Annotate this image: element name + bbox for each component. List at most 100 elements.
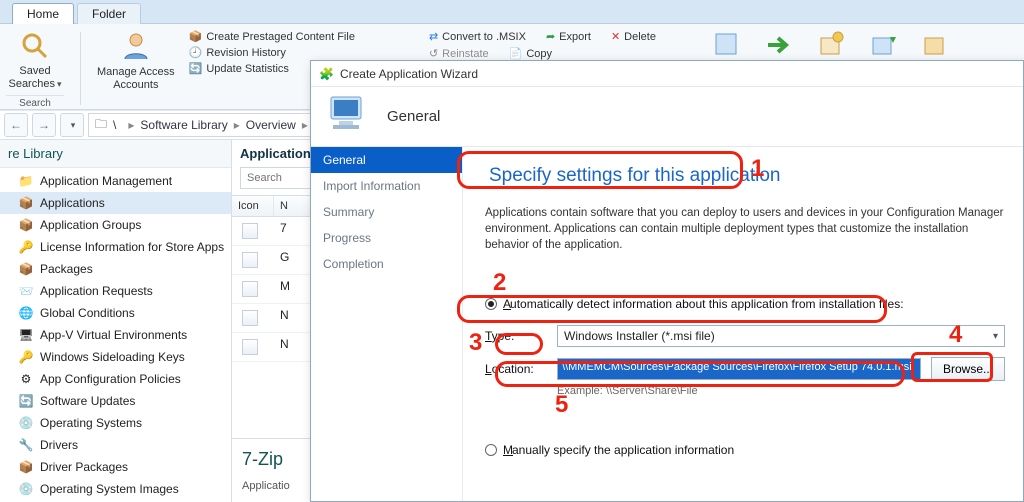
tree-item-icon: 📦	[18, 217, 34, 233]
nav-tree: re Library 📁Application Management📦Appli…	[0, 140, 232, 502]
copy-button[interactable]: 📄 Copy	[509, 47, 552, 60]
saved-searches-button[interactable]: Saved Searches Search	[6, 28, 64, 109]
reinstate-button[interactable]: ↺ Reinstate	[429, 47, 489, 60]
tree-item-14[interactable]: 💿 Operating System Images	[0, 478, 231, 500]
export-label: Export	[559, 31, 591, 43]
tree-item-12[interactable]: 🔧Drivers	[0, 434, 231, 456]
delete-icon: ✕	[611, 30, 620, 43]
tree-item-0[interactable]: 📁Application Management	[0, 170, 231, 192]
chevron-down-icon: ▾	[993, 331, 998, 342]
search-group-label: Search	[6, 95, 64, 109]
location-row: Location: \\MMEMCM\Sources\Package Sourc…	[485, 357, 1005, 381]
tree-item-icon: 🔧	[18, 437, 34, 453]
user-accounts-icon	[118, 28, 154, 64]
annotation-num-3: 3	[469, 329, 482, 357]
wizard-step-1[interactable]: Import Information	[311, 173, 462, 199]
copy-label: Copy	[526, 48, 552, 60]
create-prestaged-button[interactable]: 📦 Create Prestaged Content File	[189, 30, 355, 43]
wizard-step-4[interactable]: Completion	[311, 251, 462, 277]
tree-item-13[interactable]: 📦Driver Packages	[0, 456, 231, 478]
tree-item-icon: 💿	[18, 481, 34, 497]
crumb-1[interactable]: Overview	[246, 118, 296, 132]
tree-item-label: Software Updates	[40, 394, 135, 408]
tree-item-label: Global Conditions	[40, 306, 135, 320]
tree-item-label: Applications	[40, 196, 105, 210]
annotation-num-1: 1	[751, 155, 764, 183]
tab-folder[interactable]: Folder	[77, 3, 141, 24]
create-prestaged-label: Create Prestaged Content File	[206, 31, 355, 43]
box-icon: 📦	[189, 30, 203, 43]
tree-item-icon: 🌐	[18, 305, 34, 321]
wizard-description: Applications contain software that you c…	[485, 205, 1005, 253]
wizard-title-text: Create Application Wizard	[340, 67, 478, 81]
browse-button[interactable]: Browse...	[931, 357, 1005, 381]
tree-item-11[interactable]: 💿Operating Systems	[0, 412, 231, 434]
tree-item-7[interactable]: 🖥App-V Virtual Environments	[0, 324, 231, 346]
tree-item-label: Application Management	[40, 174, 172, 188]
tree-item-1[interactable]: 📦Applications	[0, 192, 231, 214]
crumb-0[interactable]: Software Library	[140, 118, 227, 132]
radio-on-icon	[485, 298, 497, 310]
radio-manual-label: anually specify the application informat…	[512, 443, 734, 457]
radio-manual[interactable]: Manually specify the application informa…	[485, 439, 1005, 461]
annotation-num-5: 5	[555, 391, 568, 419]
tree-item-8[interactable]: 🔑Windows Sideloading Keys	[0, 346, 231, 368]
row-icon	[242, 252, 258, 268]
ribbon-action-5[interactable]	[918, 28, 952, 62]
export-button[interactable]: ➦ Export	[546, 30, 591, 43]
nav-history-button[interactable]	[60, 113, 84, 137]
tree-item-icon: 🖥	[18, 327, 34, 343]
wizard-step-0[interactable]: General	[311, 147, 462, 173]
tree-item-icon: ⚙	[18, 371, 34, 387]
tree-item-label: Windows Sideloading Keys	[40, 350, 185, 364]
tree-item-label: License Information for Store Apps	[40, 240, 224, 254]
location-label: Location:	[485, 362, 547, 376]
location-example: Example: \\Server\Share\File	[557, 385, 1005, 397]
tree-item-9[interactable]: ⚙App Configuration Policies	[0, 368, 231, 390]
update-statistics-label: Update Statistics	[206, 63, 289, 75]
ribbon-action-1[interactable]	[710, 28, 744, 62]
tree-item-2[interactable]: 📦Application Groups	[0, 214, 231, 236]
tree-item-label: Driver Packages	[40, 460, 128, 474]
ribbon-action-arrow[interactable]	[762, 28, 796, 62]
row-icon	[242, 223, 258, 239]
manage-access-button[interactable]: Manage Access Accounts	[97, 28, 175, 109]
manage-access-label: Manage Access Accounts	[97, 66, 175, 92]
saved-searches-label: Saved Searches	[8, 65, 61, 91]
type-label: Type:	[485, 329, 547, 343]
nav-back-button[interactable]: ←	[4, 113, 28, 137]
convert-msix-button[interactable]: ⇄ Convert to .MSIX	[429, 30, 526, 43]
tree-item-icon: 🔄	[18, 393, 34, 409]
wizard-banner-title: General	[387, 108, 440, 125]
wizard-step-2[interactable]: Summary	[311, 199, 462, 225]
wizard-heading: Specify settings for this application	[485, 157, 1005, 205]
tab-home[interactable]: Home	[12, 3, 74, 24]
ribbon-action-3[interactable]	[814, 28, 848, 62]
revision-history-label: Revision History	[206, 47, 285, 59]
tree-item-3[interactable]: 🔑License Information for Store Apps	[0, 236, 231, 258]
history-icon: 🕘	[189, 46, 203, 59]
convert-msix-label: Convert to .MSIX	[442, 31, 526, 43]
magnifier-icon	[17, 28, 53, 63]
delete-button[interactable]: ✕ Delete	[611, 30, 656, 43]
crumb-root: \	[113, 118, 116, 132]
tree-item-label: Operating System Images	[40, 482, 179, 496]
revision-history-button[interactable]: 🕘 Revision History	[189, 46, 355, 59]
tree-item-5[interactable]: 📨Application Requests	[0, 280, 231, 302]
tree-item-6[interactable]: 🌐 Global Conditions	[0, 302, 231, 324]
location-input[interactable]: \\MMEMCM\Sources\Package Sources\Firefox…	[557, 358, 921, 380]
wizard-main: Specify settings for this application Ap…	[463, 147, 1023, 501]
radio-auto-label: utomatically detect information about th…	[510, 297, 904, 311]
wizard-titlebar: 🧩 Create Application Wizard	[311, 61, 1023, 87]
tree-item-label: Operating Systems	[40, 416, 142, 430]
wizard-step-3[interactable]: Progress	[311, 225, 462, 251]
create-application-wizard: 🧩 Create Application Wizard General Gene…	[310, 60, 1024, 502]
tree-item-4[interactable]: 📦Packages	[0, 258, 231, 280]
ribbon-action-4[interactable]	[866, 28, 900, 62]
grid-col-icon[interactable]: Icon	[232, 196, 274, 216]
computer-icon	[325, 93, 373, 140]
tree-item-10[interactable]: 🔄 Software Updates	[0, 390, 231, 412]
nav-forward-button[interactable]: →	[32, 113, 56, 137]
type-combo[interactable]: Windows Installer (*.msi file) ▾	[557, 325, 1005, 347]
radio-auto-detect[interactable]: Automatically detect information about t…	[485, 293, 1005, 315]
